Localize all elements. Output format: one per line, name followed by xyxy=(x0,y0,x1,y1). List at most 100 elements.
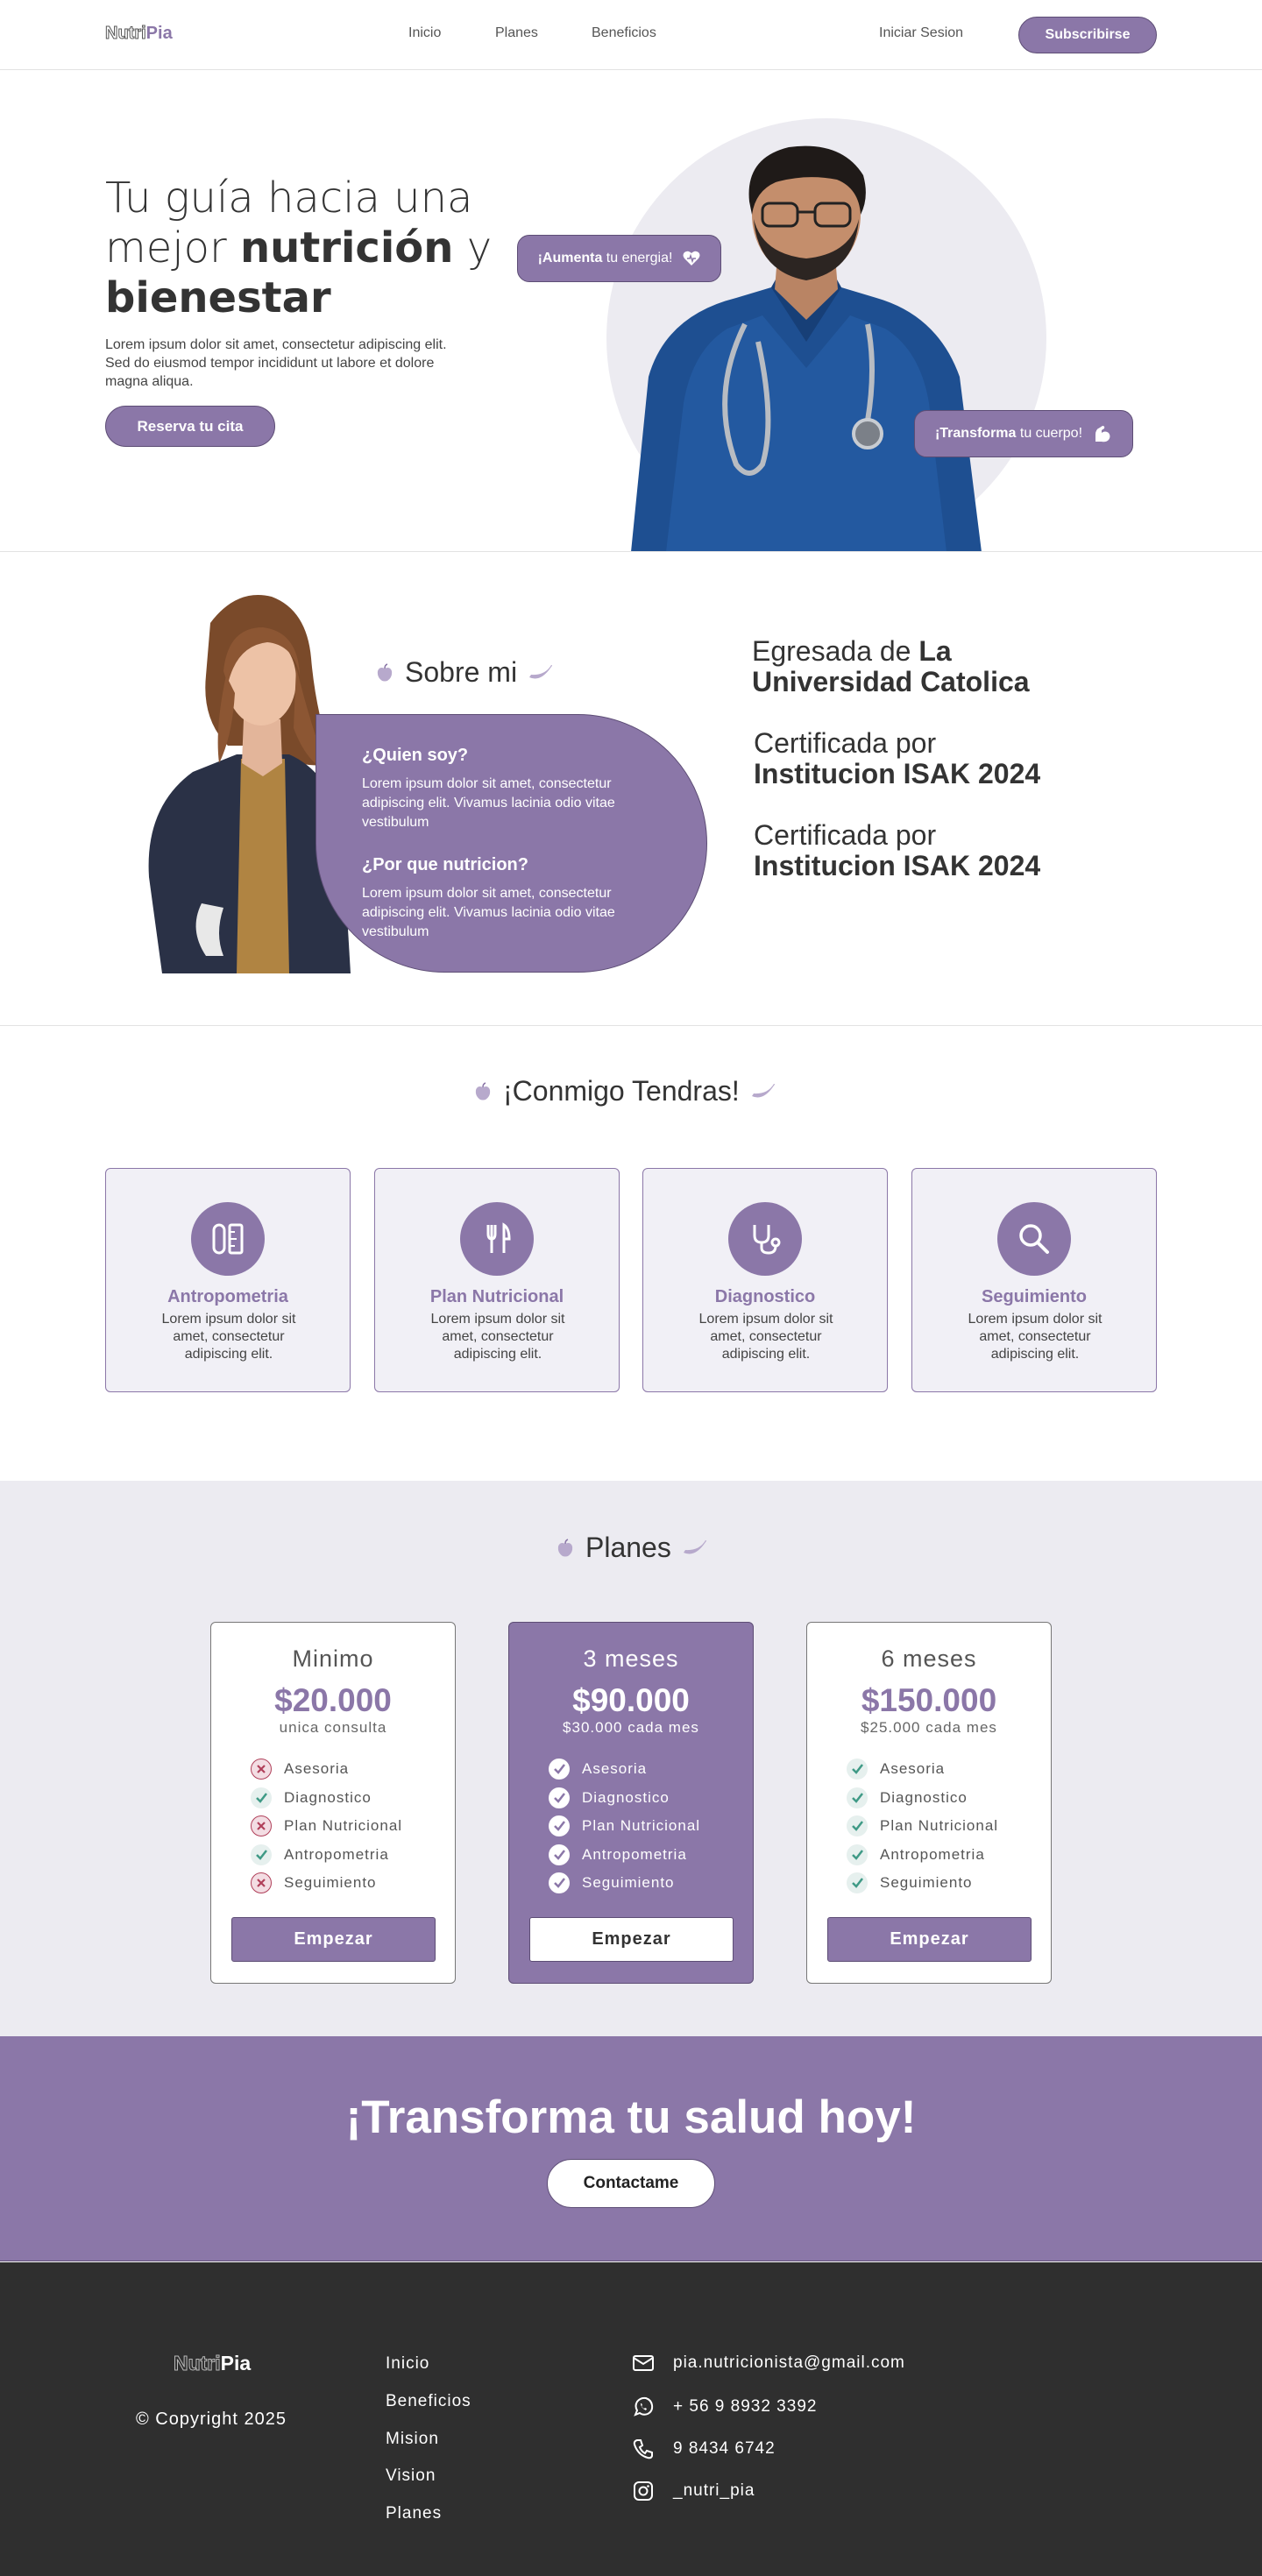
plan-name: 6 meses xyxy=(881,1645,977,1672)
plan-feature: Seguimiento xyxy=(251,1869,402,1898)
service-title: Diagnostico xyxy=(714,1287,816,1306)
footer-logo-part1: Nutri xyxy=(174,2352,222,2375)
plan-feature: Plan Nutricional xyxy=(847,1812,998,1841)
service-text: Lorem ipsum dolor sit amet, consectetur … xyxy=(698,1312,833,1362)
plan-feature-label: Asesoria xyxy=(880,1760,946,1778)
credential-1-bold: Universidad Catolica xyxy=(752,666,1030,697)
hero-section: Tu guía hacia una mejor nutrición y bien… xyxy=(0,70,1262,552)
credential-2-bold: Institucion ISAK 2024 xyxy=(754,758,1041,789)
plan-feature: Diagnostico xyxy=(549,1784,700,1813)
check-icon xyxy=(549,1815,570,1837)
plan-feature: Seguimiento xyxy=(847,1869,998,1898)
footer-link-beneficios[interactable]: Beneficios xyxy=(386,2392,471,2411)
contact-instagram[interactable]: _nutri_pia xyxy=(632,2480,755,2502)
service-card-diagnostico[interactable]: Diagnostico Lorem ipsum dolor sit amet, … xyxy=(642,1168,888,1392)
logo-part2: Pia xyxy=(145,24,173,43)
energy-badge-bold: ¡Aumenta xyxy=(537,251,603,265)
plan-feature: Antropometria xyxy=(251,1841,402,1870)
service-title: Seguimiento xyxy=(981,1287,1087,1306)
plan-feature-label: Seguimiento xyxy=(880,1874,973,1892)
plan-feature-label: Plan Nutricional xyxy=(284,1817,403,1835)
plan-start-button[interactable]: Empezar xyxy=(827,1917,1032,1962)
footer-logo-part2: Pia xyxy=(220,2352,252,2374)
hero-title-line1: Tu guía hacia una xyxy=(105,173,473,223)
cross-icon xyxy=(251,1759,272,1780)
check-icon xyxy=(549,1787,570,1808)
plan-price: $150.000 xyxy=(861,1682,997,1718)
service-text: Lorem ipsum dolor sit amet, consectetur … xyxy=(968,1312,1102,1362)
logo[interactable]: NutriPia xyxy=(105,24,173,44)
login-link[interactable]: Iniciar Sesion xyxy=(879,25,963,41)
about-title-text: Sobre mi xyxy=(405,656,518,688)
check-icon xyxy=(847,1872,868,1894)
credential-2: Certificada por Institucion ISAK 2024 xyxy=(754,728,1040,789)
credential-1: Egresada de La Universidad Catolica xyxy=(752,636,1030,697)
apple-icon xyxy=(377,662,393,681)
plan-feature-label: Asesoria xyxy=(284,1760,350,1778)
contact-phone[interactable]: 9 8434 6742 xyxy=(632,2438,776,2460)
credential-2-pre: Certificada por xyxy=(754,727,937,759)
footer-link-mision[interactable]: Mision xyxy=(386,2430,439,2449)
plan-feature-label: Antropometria xyxy=(880,1845,985,1863)
apple-icon xyxy=(475,1081,491,1100)
service-card-seguimiento[interactable]: Seguimiento Lorem ipsum dolor sit amet, … xyxy=(911,1168,1157,1392)
cta-title: ¡Transforma tu salud hoy! xyxy=(345,2091,917,2143)
plan-name: 3 meses xyxy=(583,1645,679,1672)
plan-subtitle: $25.000 cada mes xyxy=(861,1719,997,1736)
plan-feature: Asesoria xyxy=(847,1755,998,1784)
plan-start-button[interactable]: Empezar xyxy=(529,1917,734,1962)
fork-knife-icon xyxy=(460,1202,534,1276)
transform-badge-text: tu cuerpo! xyxy=(1016,426,1083,441)
footer-link-planes[interactable]: Planes xyxy=(386,2504,442,2523)
contact-whatsapp-text: + 56 9 8932 3392 xyxy=(673,2397,818,2416)
plan-feature: Asesoria xyxy=(251,1755,402,1784)
credential-1-bold-inline: La xyxy=(918,635,952,667)
plans-title-text: Planes xyxy=(585,1532,671,1563)
copyright: © Copyright 2025 xyxy=(136,2410,287,2429)
nav-link-inicio[interactable]: Inicio xyxy=(408,25,441,41)
about-question-1: ¿Quien soy? xyxy=(362,746,469,765)
plan-feature-label: Plan Nutricional xyxy=(582,1817,701,1835)
mail-icon xyxy=(633,2355,654,2371)
magnifier-icon xyxy=(997,1202,1071,1276)
book-appointment-button[interactable]: Reserva tu cita xyxy=(105,406,275,447)
footer-link-vision[interactable]: Vision xyxy=(386,2466,436,2486)
plan-start-button[interactable]: Empezar xyxy=(231,1917,436,1962)
hero-title: Tu guía hacia una mejor nutrición y bien… xyxy=(105,173,526,323)
services-title-text: ¡Conmigo Tendras! xyxy=(503,1075,740,1107)
plan-feature: Diagnostico xyxy=(251,1784,402,1813)
measure-icon xyxy=(191,1202,265,1276)
contact-email[interactable]: pia.nutricionista@gmail.com xyxy=(632,2353,905,2373)
service-card-plan-nutricional[interactable]: Plan Nutricional Lorem ipsum dolor sit a… xyxy=(374,1168,620,1392)
credential-1-pre: Egresada de xyxy=(752,635,919,667)
transform-badge-bold: ¡Transforma xyxy=(934,426,1017,441)
doctor-photo xyxy=(631,145,982,551)
subscribe-button[interactable]: Subscribirse xyxy=(1018,17,1157,53)
contact-button[interactable]: Contactame xyxy=(547,2159,715,2208)
plan-feature: Asesoria xyxy=(549,1755,700,1784)
whatsapp-icon xyxy=(634,2396,654,2417)
service-card-antropometria[interactable]: Antropometria Lorem ipsum dolor sit amet… xyxy=(105,1168,351,1392)
plan-feature: Antropometria xyxy=(847,1841,998,1870)
contact-whatsapp[interactable]: + 56 9 8932 3392 xyxy=(632,2396,817,2418)
nav-link-planes[interactable]: Planes xyxy=(495,25,538,41)
credential-3-bold: Institucion ISAK 2024 xyxy=(754,850,1041,881)
banana-icon xyxy=(751,1083,775,1097)
instagram-icon xyxy=(634,2481,653,2501)
check-icon xyxy=(847,1787,868,1808)
plan-feature-label: Antropometria xyxy=(284,1845,389,1863)
about-question-2: ¿Por que nutricion? xyxy=(362,855,528,874)
phone-icon xyxy=(633,2439,653,2459)
plan-features: Asesoria Diagnostico Plan Nutricional Antro… xyxy=(847,1755,998,1898)
plan-feature-label: Diagnostico xyxy=(582,1788,670,1806)
nav-link-beneficios[interactable]: Beneficios xyxy=(592,25,656,41)
check-icon xyxy=(251,1844,272,1865)
hero-title-pre: mejor xyxy=(105,223,240,272)
footer-logo[interactable]: NutriPia xyxy=(174,2352,252,2375)
check-icon xyxy=(847,1815,868,1837)
about-title: Sobre mi xyxy=(375,656,554,689)
hero-title-bold2: bienestar xyxy=(105,273,331,322)
contact-instagram-text: _nutri_pia xyxy=(673,2481,755,2500)
check-icon xyxy=(549,1759,570,1780)
footer-link-inicio[interactable]: Inicio xyxy=(386,2354,429,2374)
